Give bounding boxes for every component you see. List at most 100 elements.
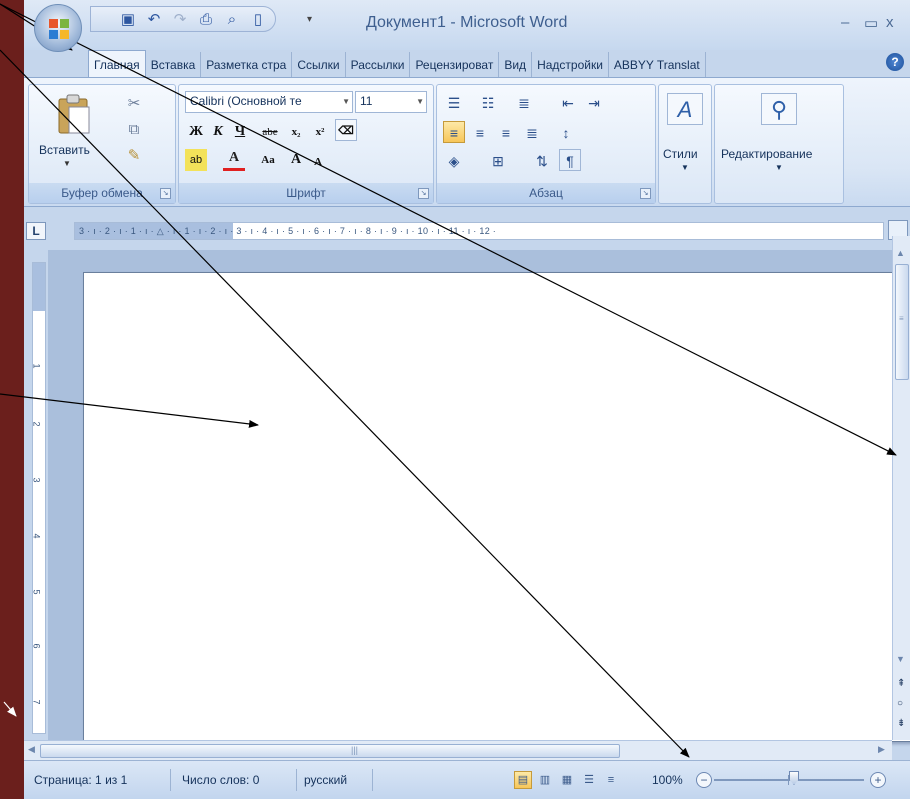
scroll-left-icon[interactable]: ◀ <box>28 744 35 755</box>
next-page-icon[interactable]: ⇟ <box>897 718 905 729</box>
borders-icon[interactable]: ⊞ <box>487 149 509 171</box>
maximize-button[interactable]: ▭ <box>864 14 878 32</box>
bold-button[interactable]: Ж <box>185 121 207 143</box>
horizontal-scrollbar[interactable]: ◀ ||| ▶ <box>24 740 892 760</box>
vertical-scroll-thumb[interactable]: ≡ <box>895 264 909 380</box>
change-case-button[interactable]: Aa <box>257 149 279 171</box>
copy-icon[interactable]: ⧉ <box>123 119 145 141</box>
zoom-level[interactable]: 100% <box>652 773 683 787</box>
help-icon[interactable]: ? <box>886 53 904 71</box>
scroll-down-icon[interactable]: ▼ <box>896 654 905 664</box>
highlight-icon[interactable]: ab <box>185 149 207 171</box>
tab-insert[interactable]: Вставка <box>146 52 202 78</box>
ruler-number: 5 <box>31 589 42 595</box>
dialog-launcher-icon[interactable]: ↘ <box>640 188 651 199</box>
line-spacing-icon[interactable]: ↕ <box>555 121 577 143</box>
superscript-button[interactable]: x² <box>309 121 331 143</box>
browse-object-icon[interactable]: ○ <box>897 698 903 709</box>
language[interactable]: русский <box>304 773 347 787</box>
styles-group[interactable]: A Стили ▼ <box>658 84 712 204</box>
print-layout-icon[interactable]: ▤ <box>514 771 532 789</box>
ruler-area: L 3 · ı · 2 · ı · 1 · ı · △ · ı · 1 · ı … <box>24 208 910 248</box>
binoculars-icon[interactable]: ⚲ <box>761 93 797 125</box>
font-color-icon[interactable]: A <box>223 147 245 171</box>
styles-icon[interactable]: A <box>667 93 703 125</box>
grip-icon: ||| <box>351 745 359 755</box>
qat-dropdown-icon[interactable]: ▾ <box>307 14 312 25</box>
tab-view[interactable]: Вид <box>499 52 533 78</box>
draft-icon[interactable]: ≡ <box>602 771 620 789</box>
chevron-down-icon[interactable]: ▼ <box>63 159 71 168</box>
chevron-down-icon[interactable]: ▼ <box>416 97 424 106</box>
zoom-slider-thumb[interactable] <box>789 771 799 785</box>
tab-references[interactable]: Ссылки <box>292 52 346 78</box>
status-bar: Страница: 1 из 1 Число слов: 0 русский ▤… <box>24 760 910 799</box>
dialog-launcher-icon[interactable]: ↘ <box>160 188 171 199</box>
justify-icon[interactable]: ≣ <box>521 121 543 143</box>
strikethrough-button[interactable]: abe <box>259 121 281 143</box>
tab-review[interactable]: Рецензироват <box>410 52 500 78</box>
tab-addins[interactable]: Надстройки <box>532 52 609 78</box>
previous-page-icon[interactable]: ⇞ <box>897 678 905 689</box>
outline-icon[interactable]: ☰ <box>580 771 598 789</box>
tab-mailings[interactable]: Рассылки <box>346 52 411 78</box>
scroll-up-icon[interactable]: ▲ <box>896 248 905 258</box>
show-marks-button[interactable]: ¶ <box>559 149 581 171</box>
font-size-combo[interactable]: 11 ▼ <box>355 91 427 113</box>
save-icon[interactable]: ▣ <box>119 10 137 28</box>
word-count[interactable]: Число слов: 0 <box>182 773 259 787</box>
undo-icon[interactable]: ↶ <box>145 10 163 28</box>
cut-icon[interactable]: ✂ <box>123 93 145 115</box>
font-name-combo[interactable]: Calibri (Основной те ▼ <box>185 91 353 113</box>
decrease-indent-icon[interactable]: ⇤ <box>557 91 579 113</box>
web-layout-icon[interactable]: ▦ <box>558 771 576 789</box>
scroll-right-icon[interactable]: ▶ <box>878 744 885 755</box>
zoom-out-icon[interactable]: − <box>696 772 712 788</box>
tab-abbyy[interactable]: ABBYY Translat <box>609 52 706 78</box>
document-page[interactable] <box>83 272 910 742</box>
page-count[interactable]: Страница: 1 из 1 <box>34 773 127 787</box>
tab-selector[interactable]: L <box>26 222 46 240</box>
close-button[interactable]: x <box>886 14 894 31</box>
chevron-down-icon[interactable]: ▼ <box>775 163 783 172</box>
chevron-down-icon[interactable]: ▼ <box>681 163 689 172</box>
grow-font-button[interactable]: A <box>285 149 307 171</box>
paste-icon[interactable] <box>57 93 91 137</box>
italic-button[interactable]: К <box>207 121 229 143</box>
subscript-button[interactable]: x₂ <box>285 121 307 143</box>
minimize-button[interactable]: – <box>841 14 849 31</box>
print-preview-icon[interactable]: ⌕ <box>223 10 241 28</box>
horizontal-scroll-thumb[interactable]: ||| <box>40 744 620 758</box>
clipboard-group: Вставить ▼ ✂ ⧉ ✎ Буфер обмена ↘ <box>28 84 176 204</box>
editing-group[interactable]: ⚲ Редактирование ▼ <box>714 84 844 204</box>
paragraph-group-label: Абзац <box>437 183 655 203</box>
tab-page-layout[interactable]: Разметка стра <box>201 52 293 78</box>
numbering-icon[interactable]: ☷ <box>477 91 499 113</box>
office-button[interactable] <box>34 4 82 52</box>
dialog-launcher-icon[interactable]: ↘ <box>418 188 429 199</box>
format-painter-icon[interactable]: ✎ <box>123 145 145 167</box>
bullets-icon[interactable]: ☰ <box>443 91 465 113</box>
font-group: Calibri (Основной те ▼ 11 ▼ Ж К Ч abe x₂… <box>178 84 434 204</box>
clear-formatting-icon[interactable]: ⌫ <box>335 119 357 141</box>
shading-icon[interactable]: ◈ <box>443 149 465 171</box>
zoom-in-icon[interactable]: + <box>870 772 886 788</box>
full-screen-reading-icon[interactable]: ▥ <box>536 771 554 789</box>
redo-icon[interactable]: ↷ <box>171 10 189 28</box>
chevron-down-icon[interactable]: ▼ <box>342 97 350 106</box>
new-document-icon[interactable]: ▯ <box>249 10 267 28</box>
tab-home[interactable]: Главная <box>88 50 146 78</box>
align-left-icon[interactable]: ≡ <box>443 121 465 143</box>
align-right-icon[interactable]: ≡ <box>495 121 517 143</box>
paste-button[interactable]: Вставить <box>39 143 90 157</box>
vertical-ruler[interactable]: 1 2 3 4 5 6 7 <box>32 262 46 734</box>
sort-icon[interactable]: ⇅ <box>531 149 553 171</box>
underline-button[interactable]: Ч <box>229 121 251 143</box>
align-center-icon[interactable]: ≡ <box>469 121 491 143</box>
shrink-font-button[interactable]: A <box>307 151 329 173</box>
vertical-scrollbar[interactable]: ▲ ≡ ▼ ⇞ ○ ⇟ <box>892 236 910 740</box>
increase-indent-icon[interactable]: ⇥ <box>583 91 605 113</box>
print-icon[interactable]: ⎙ <box>197 10 215 28</box>
multilevel-list-icon[interactable]: ≣ <box>513 91 535 113</box>
horizontal-ruler[interactable]: 3 · ı · 2 · ı · 1 · ı · △ · ı · 1 · ı · … <box>74 222 884 240</box>
